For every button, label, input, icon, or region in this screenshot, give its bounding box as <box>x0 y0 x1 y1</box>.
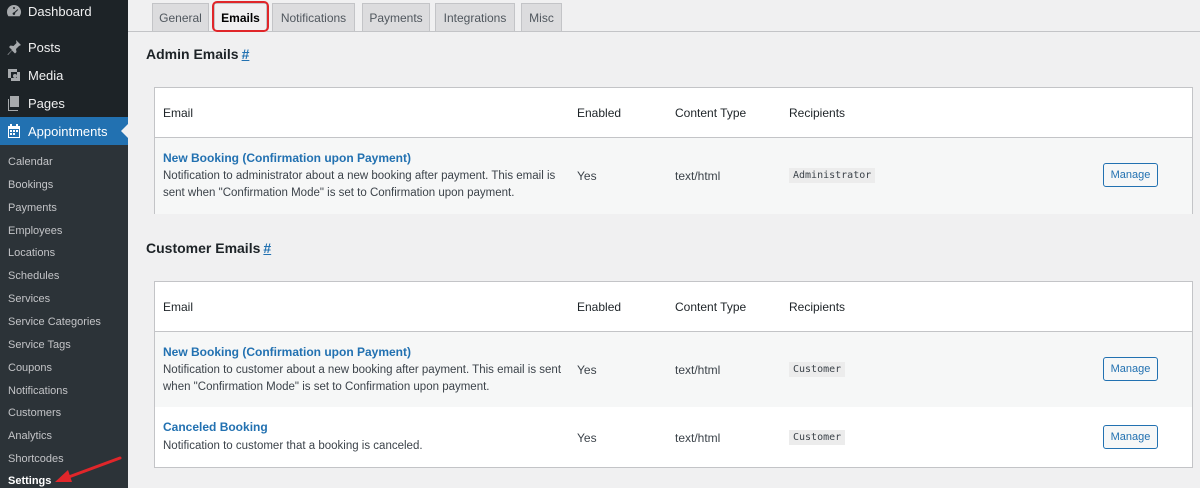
admin-emails-heading: Admin Emails # <box>146 46 249 62</box>
email-description: Notification to administrator about a ne… <box>163 168 563 202</box>
header-email: Email <box>163 300 194 314</box>
email-description: Notification to customer that a booking … <box>163 438 563 455</box>
header-enabled: Enabled <box>577 300 622 314</box>
pages-icon <box>6 95 22 111</box>
menu-dashboard[interactable]: Dashboard <box>0 0 128 25</box>
admin-emails-table: Email Enabled Content Type Recipients Ne… <box>154 87 1193 214</box>
submenu-locations[interactable]: Locations <box>8 247 55 259</box>
email-description: Notification to customer about a new boo… <box>163 362 563 396</box>
header-content-type: Content Type <box>675 106 747 120</box>
description-line: Notification to administrator about a ne… <box>163 170 556 182</box>
dashboard-icon <box>6 3 22 19</box>
appointments-submenu: Calendar Bookings Payments Employees Loc… <box>0 145 128 488</box>
header-enabled: Enabled <box>577 106 622 120</box>
submenu-coupons[interactable]: Coupons <box>8 362 52 374</box>
menu-label: Dashboard <box>28 3 92 19</box>
table-row: New Booking (Confirmation upon Payment) … <box>155 138 1192 214</box>
menu-appointments[interactable]: Appointments <box>0 117 128 145</box>
tab-misc[interactable]: Misc <box>521 3 562 32</box>
admin-sidebar: Dashboard Posts Media Pages Appointments… <box>0 0 128 488</box>
menu-posts[interactable]: Posts <box>0 33 128 61</box>
submenu-calendar[interactable]: Calendar <box>8 156 53 168</box>
menu-label: Media <box>28 67 64 83</box>
submenu-service-categories[interactable]: Service Categories <box>8 316 101 328</box>
menu-label: Appointments <box>28 123 108 139</box>
manage-button[interactable]: Manage <box>1103 425 1158 449</box>
table-header: Email Enabled Content Type Recipients <box>155 282 1192 332</box>
submenu-schedules[interactable]: Schedules <box>8 270 59 282</box>
content-type-value: text/html <box>675 169 721 183</box>
submenu-bookings[interactable]: Bookings <box>8 179 53 191</box>
manage-button[interactable]: Manage <box>1103 163 1158 187</box>
enabled-value: Yes <box>577 169 597 183</box>
tab-general[interactable]: General <box>152 3 209 32</box>
description-line: sent when "Confirmation Mode" is set to … <box>163 187 515 199</box>
section-title-text: Admin Emails <box>146 46 239 62</box>
description-line: Notification to customer about a new boo… <box>163 364 562 376</box>
submenu-settings[interactable]: Settings <box>8 475 51 487</box>
description-line: when "Confirmation Mode" is set to Confi… <box>163 381 490 393</box>
content-type-value: text/html <box>675 363 721 377</box>
submenu-customers[interactable]: Customers <box>8 407 61 419</box>
header-email: Email <box>163 106 194 120</box>
content-type-value: text/html <box>675 431 721 445</box>
annotation-arrow-icon <box>55 456 122 482</box>
table-row: Canceled Booking Notification to custome… <box>155 407 1192 468</box>
submenu-services[interactable]: Services <box>8 293 50 305</box>
table-row: New Booking (Confirmation upon Payment) … <box>155 332 1192 407</box>
header-content-type: Content Type <box>675 300 747 314</box>
enabled-value: Yes <box>577 363 597 377</box>
calendar-icon <box>6 123 22 139</box>
tab-payments[interactable]: Payments <box>362 3 430 32</box>
submenu-notifications[interactable]: Notifications <box>8 385 68 397</box>
submenu-service-tags[interactable]: Service Tags <box>8 339 71 351</box>
customer-emails-heading: Customer Emails # <box>146 240 271 256</box>
recipients-value: Customer <box>789 362 846 377</box>
tab-notifications[interactable]: Notifications <box>272 3 355 32</box>
submenu-payments[interactable]: Payments <box>8 202 57 214</box>
media-icon <box>6 67 22 83</box>
tab-integrations[interactable]: Integrations <box>435 3 515 32</box>
menu-label: Pages <box>28 95 65 111</box>
main-content: General Emails Notifications Payments In… <box>128 0 1200 488</box>
header-recipients: Recipients <box>789 300 846 314</box>
submenu-employees[interactable]: Employees <box>8 225 62 237</box>
menu-label: Posts <box>28 39 61 55</box>
email-name-link[interactable]: New Booking (Confirmation upon Payment) <box>163 151 411 165</box>
annotation-highlight <box>212 1 269 32</box>
recipients-value: Administrator <box>789 168 876 183</box>
menu-media[interactable]: Media <box>0 61 128 89</box>
section-title-text: Customer Emails <box>146 240 261 256</box>
active-indicator <box>121 124 128 138</box>
manage-button[interactable]: Manage <box>1103 357 1158 381</box>
description-line: Notification to customer that a booking … <box>163 440 423 452</box>
menu-pages[interactable]: Pages <box>0 89 128 117</box>
customer-emails-table: Email Enabled Content Type Recipients Ne… <box>154 281 1193 468</box>
table-header: Email Enabled Content Type Recipients <box>155 88 1192 138</box>
anchor-link[interactable]: # <box>242 46 250 62</box>
pin-icon <box>6 39 22 55</box>
submenu-analytics[interactable]: Analytics <box>8 430 52 442</box>
anchor-link[interactable]: # <box>263 240 271 256</box>
enabled-value: Yes <box>577 431 597 445</box>
recipients-value: Customer <box>789 430 846 445</box>
email-name-link[interactable]: New Booking (Confirmation upon Payment) <box>163 345 411 359</box>
header-recipients: Recipients <box>789 106 846 120</box>
email-name-link[interactable]: Canceled Booking <box>163 420 268 434</box>
